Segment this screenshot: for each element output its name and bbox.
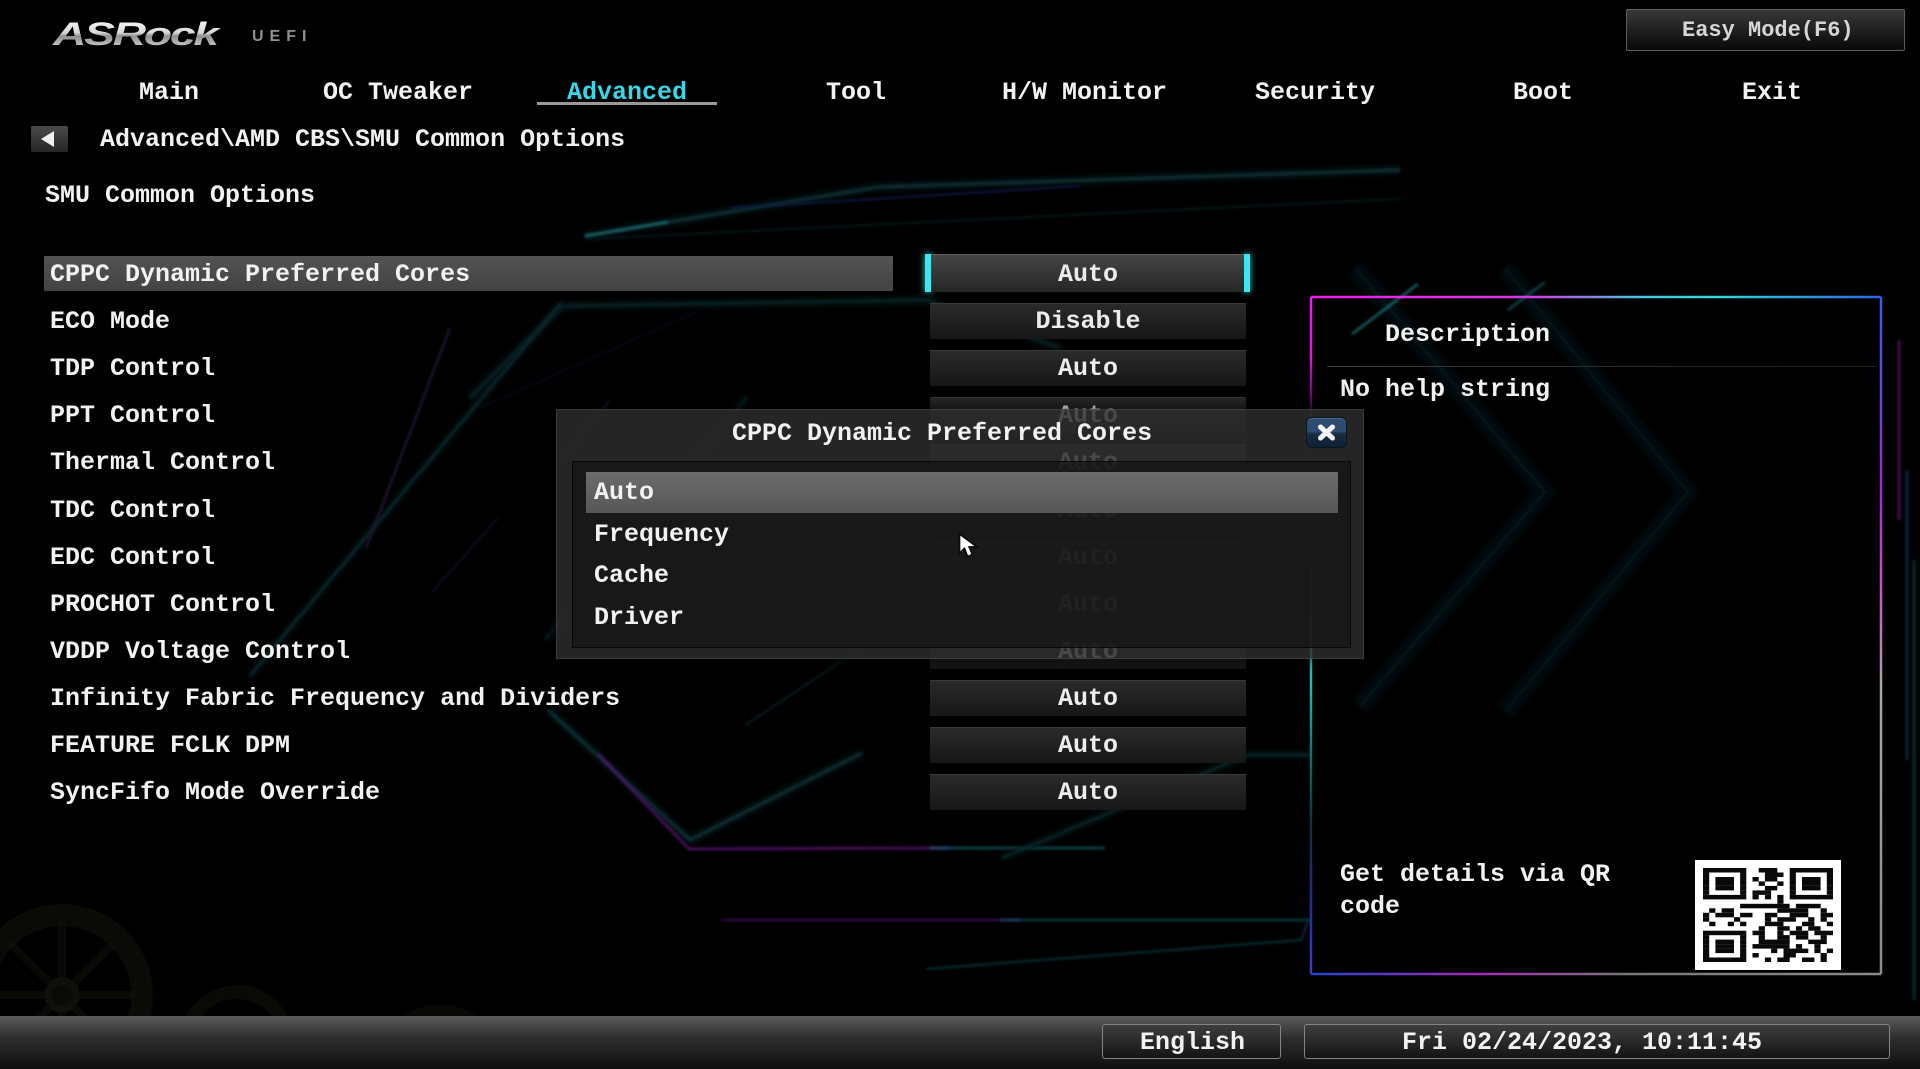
svg-text:UEFI: UEFI — [252, 28, 312, 45]
svg-text:ASRock: ASRock — [52, 16, 221, 52]
